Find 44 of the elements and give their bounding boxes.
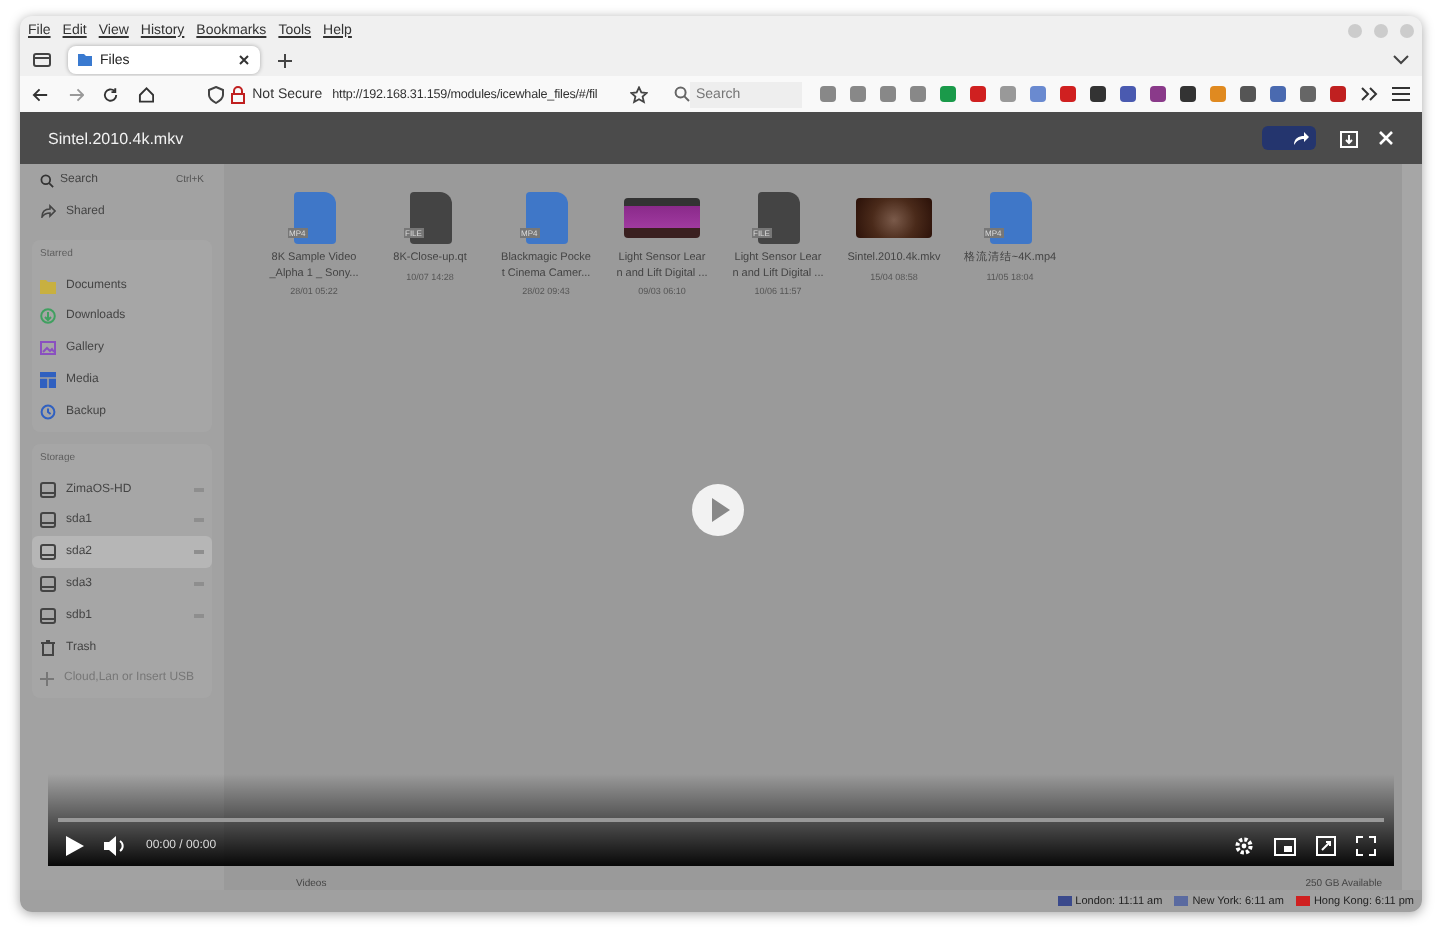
plus-icon <box>40 671 54 686</box>
picture-in-picture-icon[interactable] <box>1274 837 1296 855</box>
new-tab-icon[interactable] <box>276 51 294 69</box>
tab-list-icon[interactable] <box>32 50 52 70</box>
play-icon <box>710 498 730 522</box>
close-icon[interactable] <box>238 54 250 66</box>
image-icon <box>40 340 56 357</box>
menu-icon[interactable] <box>1392 86 1410 102</box>
settings-icon[interactable] <box>1234 836 1254 856</box>
star-icon[interactable] <box>630 85 648 103</box>
drive-icon <box>40 481 56 498</box>
reload-icon[interactable] <box>102 85 120 103</box>
lock-icon <box>230 85 247 103</box>
share-button[interactable] <box>1262 126 1316 150</box>
shield-icon[interactable] <box>208 85 225 103</box>
folder-icon <box>78 54 92 66</box>
folder-icon <box>40 277 56 294</box>
home-icon[interactable] <box>137 85 155 103</box>
scrollbar[interactable] <box>1402 164 1422 890</box>
download-icon <box>40 308 56 325</box>
share-icon <box>1292 130 1310 146</box>
search-icon <box>40 173 54 187</box>
history-icon <box>40 403 56 420</box>
video-thumbnail <box>856 198 932 238</box>
drive-icon <box>40 607 56 624</box>
forward-icon[interactable] <box>67 85 85 103</box>
download-icon[interactable] <box>1340 129 1358 147</box>
play-button[interactable] <box>692 484 744 536</box>
search-icon <box>674 86 690 102</box>
video-title: Sintel.2010.4k.mkv <box>48 129 184 147</box>
chevron-down-icon[interactable] <box>1392 54 1410 66</box>
play-icon[interactable] <box>66 836 84 856</box>
drive-icon <box>40 576 56 593</box>
overflow-icon[interactable] <box>1360 86 1378 102</box>
trash-icon <box>40 639 56 656</box>
fullscreen-icon[interactable] <box>1356 836 1376 856</box>
photo-placeholder <box>624 198 700 238</box>
share-icon <box>40 204 56 219</box>
back-icon[interactable] <box>32 85 50 103</box>
volume-icon[interactable] <box>104 836 126 856</box>
expand-icon[interactable] <box>1316 836 1336 856</box>
grid-icon <box>40 372 56 389</box>
drive-icon <box>40 512 56 529</box>
drive-icon <box>40 544 56 561</box>
